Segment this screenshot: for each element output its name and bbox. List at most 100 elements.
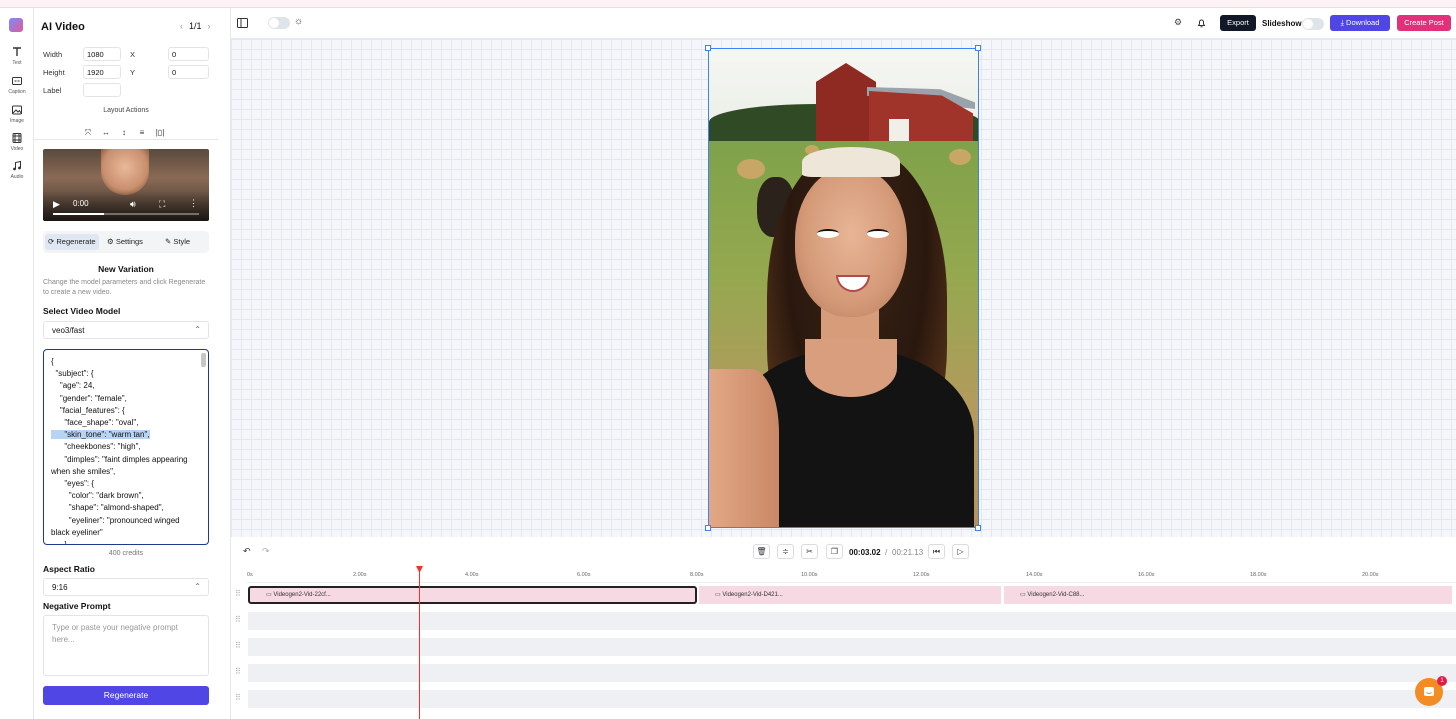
tick-label: 0s bbox=[247, 572, 253, 578]
skip-back-button[interactable]: ⏮︎ bbox=[928, 544, 945, 559]
tab-label: Style bbox=[173, 237, 191, 246]
drag-handle-icon[interactable]: ⠿ bbox=[235, 589, 241, 598]
rail-label: Text bbox=[12, 60, 22, 66]
rail-item-audio[interactable]: Audio bbox=[0, 160, 34, 180]
aspect-label: Aspect Ratio bbox=[43, 564, 95, 574]
video-controls: ▶ 0:00 🔊︎ ⛶ ⋮ bbox=[43, 191, 209, 221]
prev-page-icon[interactable]: ‹ bbox=[180, 21, 183, 31]
tab-label: Regenerate bbox=[56, 237, 96, 246]
settings-gear-icon[interactable]: ⚙ bbox=[1174, 17, 1182, 28]
chat-launcher-button[interactable]: 1 bbox=[1415, 676, 1447, 706]
track-row[interactable] bbox=[248, 638, 1456, 656]
prompt-textarea[interactable]: { "subject": { "age": 24, "gender": "fem… bbox=[43, 349, 209, 545]
height-input[interactable]: 1920 bbox=[83, 65, 121, 79]
next-page-icon[interactable]: › bbox=[208, 21, 211, 31]
model-select[interactable]: veo3/fast ⌃ bbox=[43, 321, 209, 339]
track-row: ▭ Videogen2-Vid-22cf... ▭ Videogen2-Vid-… bbox=[248, 586, 1456, 604]
canvas[interactable] bbox=[231, 39, 1456, 537]
subject-eye bbox=[867, 229, 889, 238]
tick-label: 18.00s bbox=[1250, 572, 1267, 578]
video-frame[interactable] bbox=[708, 48, 979, 528]
track-row[interactable] bbox=[248, 690, 1456, 708]
tick-label: 2.00s bbox=[353, 572, 367, 578]
track-row[interactable] bbox=[248, 664, 1456, 682]
prompt-scrollbar[interactable] bbox=[201, 353, 206, 367]
timeline-clip[interactable]: ▭ Videogen2-Vid-D421... bbox=[699, 586, 1001, 604]
play-icon[interactable]: ▶ bbox=[53, 199, 60, 210]
trash-icon: 🗑︎ bbox=[756, 547, 767, 556]
layout-actions-bar: ⤧ ↔ ↕ ≡ |▯| bbox=[82, 122, 182, 137]
undo-icon[interactable]: ↶ bbox=[243, 546, 251, 557]
more-icon[interactable]: ⋮ bbox=[189, 198, 198, 209]
label-input[interactable] bbox=[83, 83, 121, 97]
tab-style[interactable]: ✎ Style bbox=[162, 234, 193, 250]
theme-toggle[interactable] bbox=[268, 17, 290, 29]
timeline-ruler[interactable]: 0s 2.00s 4.00s 6.00s 8.00s 10.00s 12.00s… bbox=[247, 567, 1456, 583]
timeline-clip[interactable]: ▭ Videogen2-Vid-C88... bbox=[1004, 586, 1452, 604]
download-label: Download bbox=[1346, 18, 1380, 27]
resize-handle[interactable] bbox=[975, 45, 981, 51]
rail-label: Image bbox=[10, 118, 24, 124]
subject-face bbox=[795, 167, 907, 317]
chevron-updown-icon: ⌃ bbox=[194, 582, 201, 591]
resize-handle[interactable] bbox=[705, 525, 711, 531]
sidebar-toggle-icon[interactable] bbox=[237, 18, 248, 28]
timeline-clip[interactable]: ▭ Videogen2-Vid-22cf... bbox=[248, 586, 697, 604]
duplicate-button[interactable]: ❐ bbox=[826, 544, 843, 559]
tab-regenerate[interactable]: ⟳ Regenerate bbox=[45, 234, 99, 250]
drag-handle-icon[interactable]: ⠿ bbox=[235, 693, 241, 702]
negative-label: Negative Prompt bbox=[43, 601, 111, 611]
create-post-button[interactable]: Create Post bbox=[1397, 15, 1451, 31]
tick-label: 8.00s bbox=[690, 572, 704, 578]
top-strip bbox=[0, 0, 1456, 8]
model-value: veo3/fast bbox=[52, 326, 85, 335]
variation-help: Change the model parameters and click Re… bbox=[43, 279, 206, 296]
aspect-select[interactable]: 9:16 ⌃ bbox=[43, 578, 209, 596]
clip-label: Videogen2-Vid-C88... bbox=[1027, 592, 1085, 598]
rail-item-caption[interactable]: Caption bbox=[0, 75, 34, 95]
drag-handle-icon[interactable]: ⠿ bbox=[235, 615, 241, 624]
download-button[interactable]: ⤓ Download bbox=[1330, 15, 1390, 31]
subject-eye bbox=[817, 229, 839, 238]
delete-button[interactable]: 🗑︎ bbox=[753, 544, 770, 559]
regenerate-button[interactable]: Regenerate bbox=[43, 686, 209, 705]
adjust-button[interactable]: ≑ bbox=[777, 544, 794, 559]
hay-bale bbox=[949, 149, 971, 165]
play-button[interactable]: ▷ bbox=[952, 544, 969, 559]
tab-settings[interactable]: ⚙ Settings bbox=[104, 234, 146, 250]
playhead[interactable] bbox=[416, 566, 423, 719]
prompt-before: { "subject": { "age": 24, "gender": "fem… bbox=[51, 357, 139, 428]
split-button[interactable]: ✂ bbox=[801, 544, 818, 559]
width-input[interactable]: 1080 bbox=[83, 47, 121, 61]
rail-label: Video bbox=[10, 146, 24, 152]
redo-icon[interactable]: ↷ bbox=[262, 546, 270, 557]
label-label: Label bbox=[43, 86, 62, 95]
player-progress[interactable] bbox=[53, 213, 199, 215]
prompt-after: "cheekbones": "high", "dimples": "faint … bbox=[51, 442, 188, 545]
negative-prompt-input[interactable]: Type or paste your negative prompt here.… bbox=[43, 615, 209, 676]
rail-item-text[interactable]: Text bbox=[0, 46, 34, 66]
track-row[interactable] bbox=[248, 612, 1456, 630]
width-label: Width bbox=[43, 50, 63, 59]
bell-icon[interactable] bbox=[1197, 18, 1206, 28]
resize-handle[interactable] bbox=[705, 45, 711, 51]
drag-handle-icon[interactable]: ⠿ bbox=[235, 667, 241, 676]
rail-item-video[interactable]: Video bbox=[0, 132, 34, 152]
app-logo-icon[interactable] bbox=[9, 18, 23, 32]
fullscreen-icon[interactable]: ⛶ bbox=[159, 199, 165, 210]
chat-icon bbox=[1424, 687, 1434, 696]
video-preview[interactable]: ▶ 0:00 🔊︎ ⛶ ⋮ bbox=[43, 149, 209, 221]
tick-label: 14.00s bbox=[1026, 572, 1043, 578]
time-separator: / bbox=[885, 548, 888, 557]
aspect-value: 9:16 bbox=[52, 583, 68, 592]
y-input[interactable]: 0 bbox=[168, 65, 209, 79]
export-button[interactable]: Export bbox=[1220, 15, 1256, 31]
pager: ‹ 1/1 › bbox=[174, 21, 217, 31]
rail-item-image[interactable]: Image bbox=[0, 104, 34, 124]
x-input[interactable]: 0 bbox=[168, 47, 209, 61]
clip-label: Videogen2-Vid-22cf... bbox=[273, 592, 331, 598]
volume-icon[interactable]: 🔊︎ bbox=[130, 199, 136, 210]
slideshow-toggle[interactable] bbox=[1302, 18, 1324, 30]
drag-handle-icon[interactable]: ⠿ bbox=[235, 641, 241, 650]
resize-handle[interactable] bbox=[975, 525, 981, 531]
